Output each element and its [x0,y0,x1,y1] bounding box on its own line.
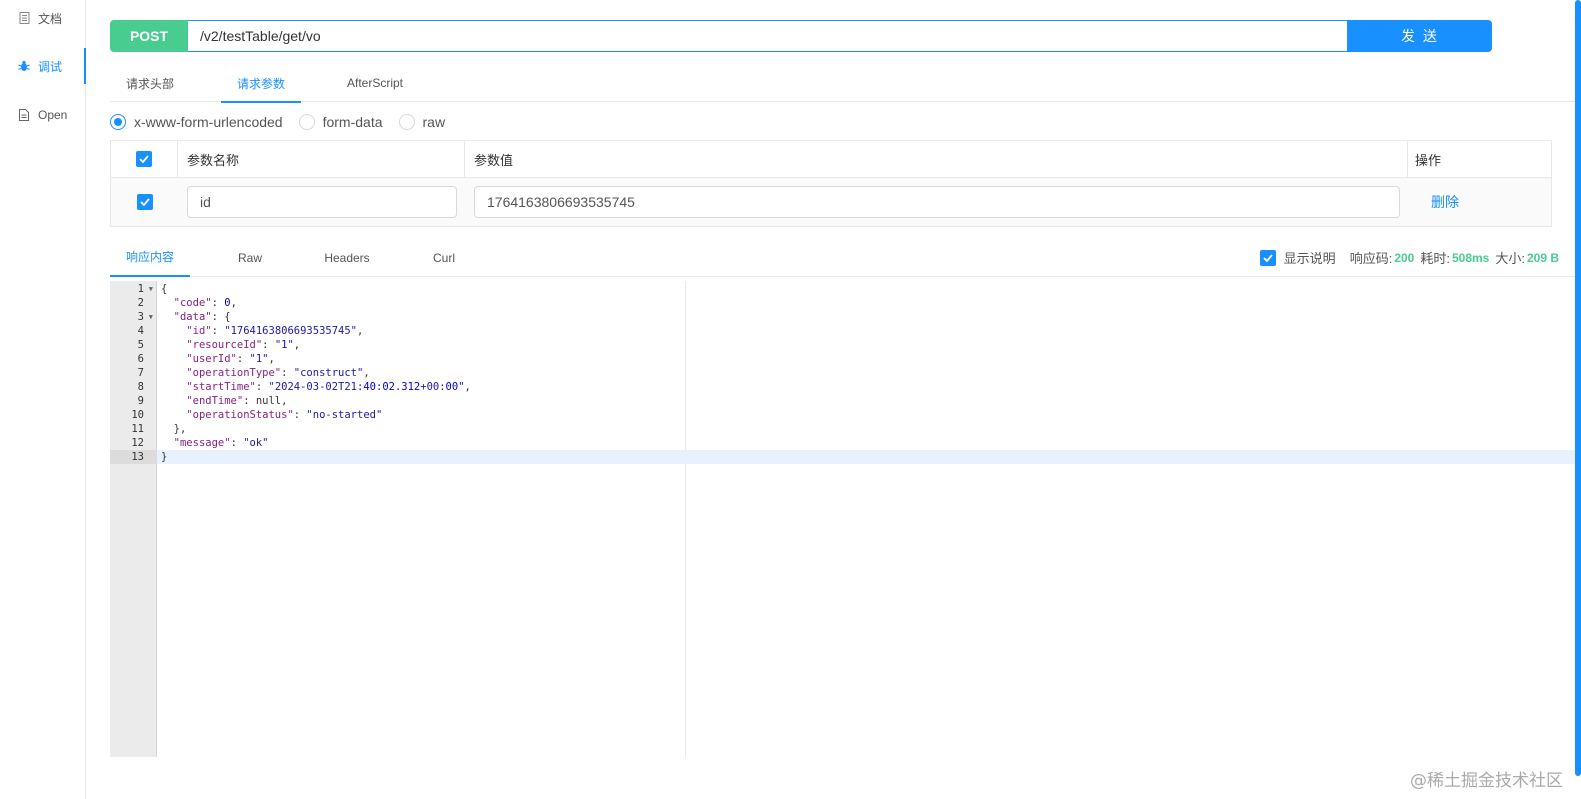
param-name-input[interactable] [187,186,457,218]
line-number: 3 ▼ [137,310,153,324]
method-badge[interactable]: POST [110,20,188,52]
line-number: 6 [137,353,144,365]
action-cell: 删除 [1431,178,1491,226]
code-line: } [157,450,1581,464]
url-bar: POST 发 送 [110,20,1492,52]
table-header-row: 参数名称 参数值 操作 [111,141,1551,178]
body-type-radios: x-www-form-urlencoded form-data raw [110,112,461,132]
check-icon [139,198,150,206]
sidebar-item-label: 文档 [38,11,63,26]
line-number: 5 [137,339,144,351]
size-value: 209 B [1526,250,1559,265]
code-line: "endTime": null, [186,395,288,407]
time-value: 508ms [1451,250,1490,265]
watermark: @稀土掘金技术社区 [1410,771,1563,791]
code-line: { [161,283,168,295]
header-checkbox-cell [111,141,178,177]
status-code-value: 200 [1394,250,1415,265]
row-checkbox-cell [111,178,178,226]
header-param-name: 参数名称 [178,141,465,177]
tab-response-headers[interactable]: Headers [307,238,387,277]
size-label: 大小: [1495,251,1525,266]
check-icon [139,155,149,163]
code-line: "data": { [173,311,231,323]
fold-arrow-icon[interactable]: ▼ [149,310,153,324]
line-number: 7 [137,367,144,379]
url-input[interactable] [188,20,1348,52]
tab-request-params[interactable]: 请求参数 [221,64,301,103]
param-value-input[interactable] [474,186,1400,218]
code-line: "id": "1764163806693535745", [186,325,364,337]
header-action: 操作 [1415,152,1442,168]
tab-response-raw[interactable]: Raw [210,238,290,277]
show-desc-checkbox[interactable] [1259,249,1276,266]
line-number-gutter: 1 ▼ 2 3 ▼ 4 5 6 7 8 9 10 11 12 13 [110,281,157,757]
params-table: 参数名称 参数值 操作 删除 [110,140,1552,227]
delete-link[interactable]: 删除 [1431,192,1459,212]
line-number: 1 ▼ [137,282,153,296]
sidebar-item-open[interactable]: Open [0,97,86,133]
response-tabs: 响应内容 Raw Headers Curl 显示说明 响应码: 200 耗时: … [110,238,1581,277]
param-value-cell [474,178,1400,226]
radio-raw[interactable]: raw [398,114,446,130]
radio-form-data[interactable]: form-data [298,114,383,130]
radio-dot [398,114,415,130]
file-icon [18,109,30,121]
document-icon [18,12,30,24]
code-line: "code": 0, [173,297,237,309]
line-number: 2 [137,297,144,309]
code-line: "resourceId": "1", [186,339,301,351]
tab-request-headers[interactable]: 请求头部 [110,64,190,102]
code-line: "startTime": "2024-03-02T21:40:02.312+00… [186,381,471,393]
show-desc-label: 显示说明 [1283,251,1336,266]
tab-afterscript[interactable]: AfterScript [335,64,415,102]
status-code-label: 响应码: [1349,251,1393,266]
line-number: 10 [131,409,144,421]
code-line: }, [161,423,187,435]
tab-response-curl[interactable]: Curl [404,238,484,277]
radio-urlencoded[interactable]: x-www-form-urlencoded [110,114,283,130]
radio-label: raw [422,114,446,130]
line-number: 12 [131,437,144,449]
header-param-value: 参数值 [465,141,1408,177]
code-line: "message": "ok" [173,437,269,449]
response-editor[interactable]: 1 ▼ 2 3 ▼ 4 5 6 7 8 9 10 11 12 13 { "code": 0, "data":… [110,281,1581,757]
line-number: 8 [137,381,144,393]
check-icon [1263,253,1273,262]
select-all-checkbox[interactable] [136,151,152,167]
code-line: "operationType": "construct", [186,367,370,379]
sidebar: 文档 调试 Open [0,0,86,799]
line-number: 9 [137,395,144,407]
request-tabs: 请求头部 请求参数 AfterScript [110,64,1581,103]
sidebar-item-docs[interactable]: 文档 [0,0,86,36]
sidebar-item-debug[interactable]: 调试 [0,48,86,84]
fold-arrow-icon[interactable]: ▼ [149,282,153,296]
time-label: 耗时: [1420,251,1450,266]
row-checkbox[interactable] [136,194,153,210]
radio-label: form-data [322,114,383,130]
radio-dot [110,114,126,130]
param-name-cell [187,178,457,226]
table-row: 删除 [111,178,1551,226]
page-scrollbar[interactable] [1575,0,1581,776]
radio-label: x-www-form-urlencoded [134,114,283,130]
response-info: 显示说明 响应码: 200 耗时: 508ms 大小: 209 B [1259,238,1559,277]
code-line: "userId": "1", [186,353,275,365]
line-number: 13 [110,450,157,464]
main-panel: POST 发 送 请求头部 请求参数 AfterScript x-www-for… [86,0,1581,799]
sidebar-item-label: Open [38,108,68,122]
code-line: "operationStatus": "no-started" [186,409,383,421]
line-number: 4 [137,325,144,337]
line-number: 11 [131,423,144,435]
radio-dot [298,114,315,130]
sidebar-item-label: 调试 [38,59,63,74]
bug-icon [18,60,30,72]
tab-response-content[interactable]: 响应内容 [110,238,190,277]
send-button[interactable]: 发 送 [1348,20,1492,52]
